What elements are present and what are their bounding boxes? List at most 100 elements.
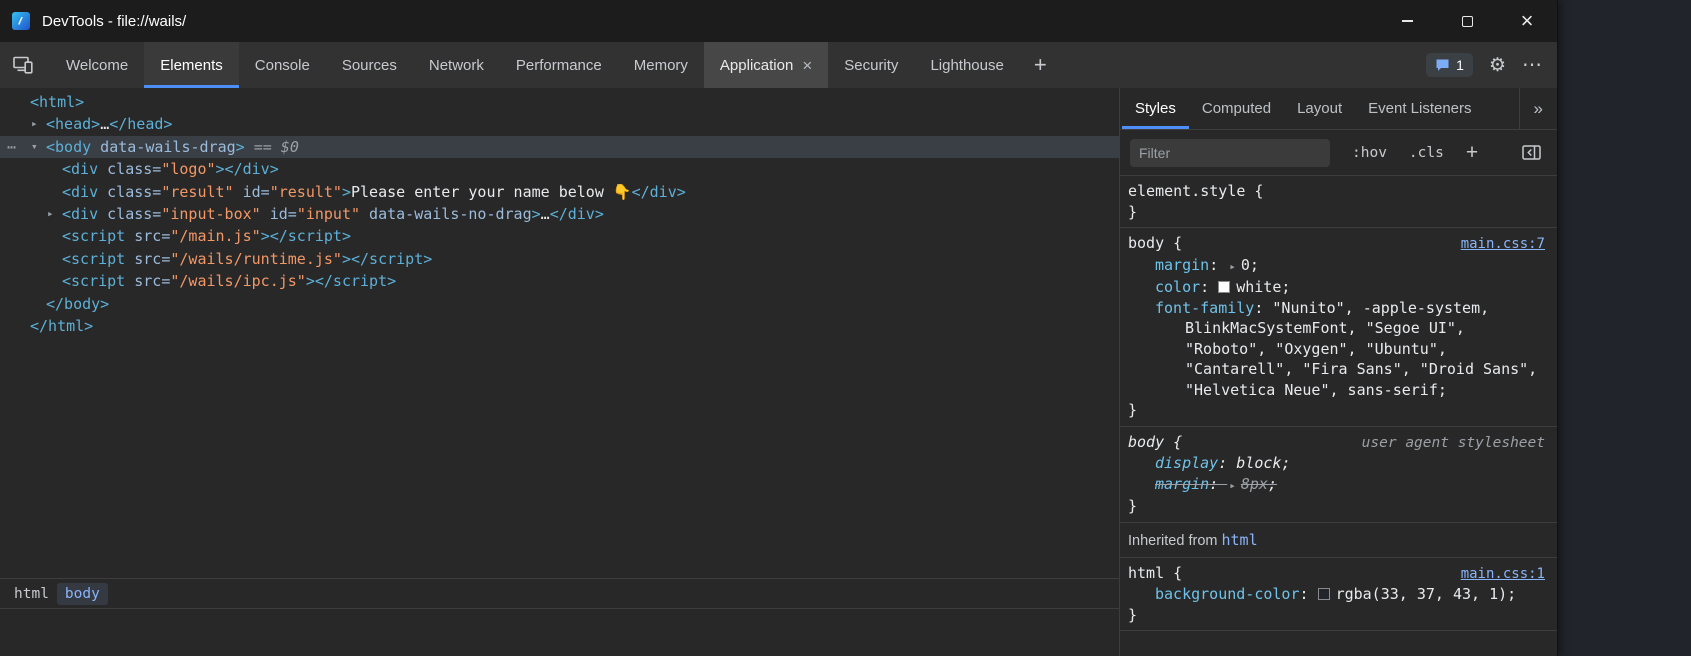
code-token: class= <box>98 160 161 178</box>
sidebar-tabs-overflow-icon[interactable]: » <box>1519 88 1557 129</box>
css-declaration[interactable]: font-family: "Nunito", -apple-system, Bl… <box>1128 298 1545 401</box>
css-property-name: margin <box>1155 256 1209 274</box>
settings-gear-icon[interactable]: ⚙ <box>1489 56 1506 75</box>
expand-arrow-icon[interactable]: ▸ <box>47 203 54 225</box>
inherited-target-link[interactable]: html <box>1222 531 1258 549</box>
dom-tree-node[interactable]: ▸<div class="input-box" id="input" data-… <box>0 203 1119 225</box>
tab-lighthouse[interactable]: Lighthouse <box>914 42 1019 88</box>
expand-longhand-icon[interactable]: ▸ <box>1229 476 1236 497</box>
titlebar[interactable]: DevTools - file://wails/ × <box>0 0 1557 42</box>
code-token: … <box>541 205 550 223</box>
more-menu-icon[interactable]: ⋯ <box>1522 55 1543 75</box>
rule-selector-line: body { main.css:7 <box>1128 233 1545 255</box>
rule-selector[interactable]: element.style { <box>1128 181 1263 202</box>
code-token: > <box>236 138 245 156</box>
pseudo-state-toggle[interactable]: :hov <box>1352 145 1387 161</box>
code-token: "logo" <box>161 160 215 178</box>
sidebar-tab-label: Computed <box>1202 100 1271 117</box>
color-swatch[interactable] <box>1318 588 1330 600</box>
code-token: … <box>100 115 109 133</box>
sidebar-tab-styles[interactable]: Styles <box>1122 88 1189 129</box>
stylesheet-link[interactable]: main.css:1 <box>1461 564 1545 585</box>
style-rule: body {main.css:7margin: ▸0;color: white;… <box>1120 228 1557 427</box>
color-swatch[interactable] <box>1218 281 1230 293</box>
toolbar-right: 1 ⚙ ⋯ <box>1426 42 1557 88</box>
breadcrumb-item-html[interactable]: html <box>6 583 57 605</box>
close-button[interactable]: × <box>1497 0 1557 42</box>
rule-selector[interactable]: body { <box>1128 432 1182 453</box>
tab-network[interactable]: Network <box>413 42 500 88</box>
tab-label: Security <box>844 57 898 74</box>
code-token: <div <box>62 183 98 201</box>
code-token: </html> <box>30 317 93 335</box>
devtools-window: DevTools - file://wails/ × WelcomeElem <box>0 0 1558 656</box>
tab-elements[interactable]: Elements <box>144 42 239 88</box>
dom-tree-node[interactable]: <script src="/wails/ipc.js"></script> <box>0 270 1119 292</box>
dom-tree-node[interactable]: ▸<head>…</head> <box>0 113 1119 135</box>
css-property-name: margin <box>1155 475 1209 493</box>
code-token: class= <box>98 183 161 201</box>
css-declaration[interactable]: display: block; <box>1128 453 1545 474</box>
css-declaration[interactable]: background-color: rgba(33, 37, 43, 1); <box>1128 584 1545 605</box>
code-token: </div> <box>632 183 686 201</box>
rule-close-brace: } <box>1128 400 1545 421</box>
devtools-app-icon <box>11 11 31 31</box>
code-token: ></div> <box>216 160 279 178</box>
dom-tree-node[interactable]: <script src="/main.js"></script> <box>0 225 1119 247</box>
styles-sidebar: Styles Computed LayoutEvent Listeners » :h… <box>1120 88 1557 656</box>
sidebar-tab-computed[interactable]: Computed <box>1189 88 1284 129</box>
tab-application[interactable]: Application × <box>704 42 828 88</box>
styles-filter-input[interactable] <box>1130 139 1330 167</box>
dom-tree-node[interactable]: ⋯▾<body data-wails-drag> == $0 <box>0 136 1119 158</box>
code-token: class= <box>98 205 161 223</box>
node-menu-icon[interactable]: ⋯ <box>7 136 17 158</box>
rule-selector[interactable]: html { <box>1128 563 1182 584</box>
tab-welcome[interactable]: Welcome <box>50 42 144 88</box>
rule-selector[interactable]: body { <box>1128 233 1182 254</box>
tab-close-icon[interactable]: × <box>802 57 812 74</box>
sidebar-tab-layout[interactable]: Layout <box>1284 88 1355 129</box>
dom-tree-node[interactable]: <div class="logo"></div> <box>0 158 1119 180</box>
tab-console[interactable]: Console <box>239 42 326 88</box>
expand-longhand-icon[interactable]: ▸ <box>1229 257 1236 278</box>
expand-arrow-icon[interactable]: ▾ <box>31 136 38 158</box>
tab-label: Performance <box>516 57 602 74</box>
dom-tree-node[interactable]: <html> <box>0 91 1119 113</box>
issues-button[interactable]: 1 <box>1426 53 1473 77</box>
tab-label: Application <box>720 57 793 74</box>
add-tab-button[interactable]: + <box>1020 42 1061 88</box>
tab-memory[interactable]: Memory <box>618 42 704 88</box>
computed-pane-toggle-icon[interactable] <box>1522 145 1547 160</box>
code-token: <div <box>62 205 98 223</box>
code-token: id= <box>234 183 270 201</box>
elements-panel: <html>▸<head>…</head>⋯▾<body data-wails-… <box>0 88 1120 656</box>
sidebar-tab-event-listeners[interactable]: Event Listeners <box>1355 88 1484 129</box>
dom-tree: <html>▸<head>…</head>⋯▾<body data-wails-… <box>0 88 1119 578</box>
new-style-rule-button[interactable]: + <box>1466 141 1478 165</box>
dom-tree-node[interactable]: <div class="result" id="result">Please e… <box>0 181 1119 203</box>
drawer-area <box>0 608 1119 656</box>
class-toggle[interactable]: .cls <box>1409 145 1444 161</box>
dom-tree-node[interactable]: </html> <box>0 315 1119 337</box>
inherited-from-bar: Inherited from html <box>1120 523 1557 558</box>
rule-selector-line: body {user agent stylesheet <box>1128 432 1545 454</box>
device-toolbar-toggle[interactable] <box>0 42 46 88</box>
style-rule: body {user agent stylesheetdisplay: bloc… <box>1120 427 1557 523</box>
maximize-button[interactable] <box>1437 0 1497 42</box>
minimize-button[interactable] <box>1377 0 1437 42</box>
tab-security[interactable]: Security <box>828 42 914 88</box>
css-declaration[interactable]: color: white; <box>1128 277 1545 298</box>
stylesheet-link[interactable]: main.css:7 <box>1461 234 1545 255</box>
breadcrumb-item-body[interactable]: body <box>57 583 108 605</box>
tab-performance[interactable]: Performance <box>500 42 618 88</box>
maximize-icon <box>1462 16 1473 27</box>
tab-sources[interactable]: Sources <box>326 42 413 88</box>
css-property-value: 0 <box>1241 256 1250 274</box>
css-declaration[interactable]: margin: ▸8px; <box>1128 474 1545 497</box>
css-declaration[interactable]: margin: ▸0; <box>1128 255 1545 278</box>
close-icon: × <box>1521 10 1534 32</box>
dom-tree-node[interactable]: </body> <box>0 293 1119 315</box>
code-token: > <box>342 183 351 201</box>
dom-tree-node[interactable]: <script src="/wails/runtime.js"></script… <box>0 248 1119 270</box>
expand-arrow-icon[interactable]: ▸ <box>31 113 38 135</box>
